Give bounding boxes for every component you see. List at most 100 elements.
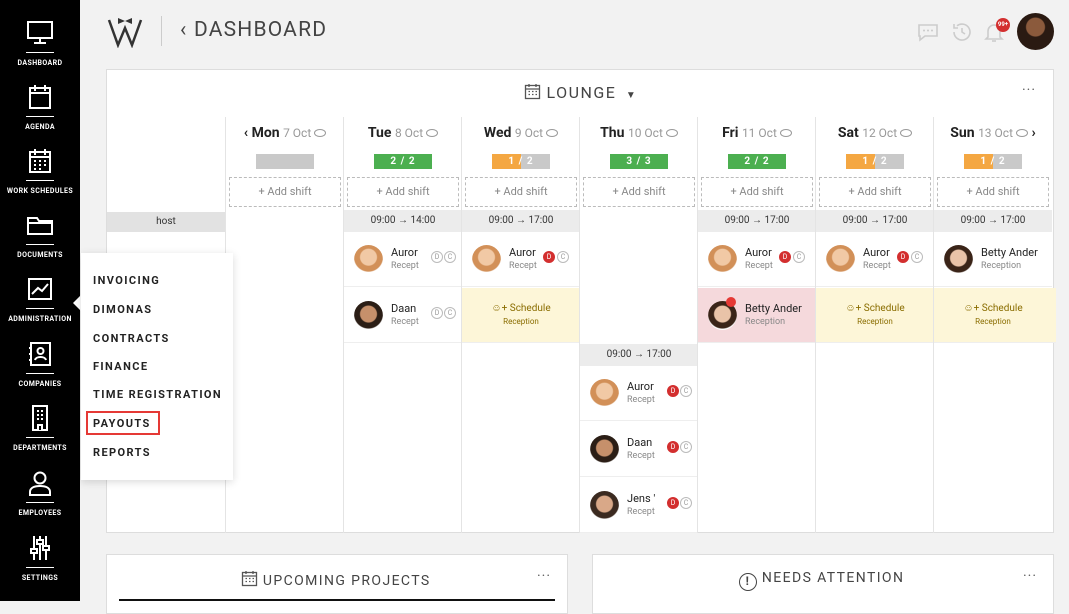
employee-role: Recept <box>391 261 419 271</box>
more-options-icon[interactable]: ··· <box>537 568 551 584</box>
add-shift-button[interactable]: + Add shift <box>465 177 577 207</box>
location-selector[interactable]: LOUNGE ▼ <box>524 83 637 102</box>
shift-time-header: 09:00 → 17:00 <box>462 210 580 232</box>
time-start: 09:00 <box>842 215 868 226</box>
arrow-right-icon: → <box>634 349 644 360</box>
sidebar-item-employees[interactable]: EMPLOYEES <box>0 468 80 517</box>
popup-arrow <box>73 295 81 311</box>
menu-item-time-registration[interactable]: TIME REGISTRATION <box>93 388 222 401</box>
eye-icon[interactable] <box>665 129 678 138</box>
add-shift-button[interactable]: + Add shift <box>819 177 931 207</box>
schedule-grid-icon <box>29 149 51 173</box>
menu-item-finance[interactable]: FINANCE <box>93 360 148 373</box>
calendar-icon <box>524 84 541 100</box>
add-shift-button[interactable]: + Add shift <box>229 177 341 207</box>
divider <box>26 244 54 245</box>
shift-entry[interactable]: Auror Recept D C <box>698 232 816 287</box>
sidebar-item-documents[interactable]: DOCUMENTS <box>0 210 80 259</box>
add-shift-button[interactable]: + Add shift <box>347 177 459 207</box>
menu-item-invoicing[interactable]: INVOICING <box>93 274 160 287</box>
shift-entry[interactable]: Auror Recept D C <box>462 232 580 287</box>
sidebar-item-agenda[interactable]: AGENDA <box>0 82 80 131</box>
shift-entry[interactable]: Betty Ander Reception <box>934 232 1052 287</box>
shift-entry[interactable]: Auror Recept D C <box>344 232 462 287</box>
sidebar-item-departments[interactable]: DEPARTMENTS <box>0 403 80 452</box>
contact-book-icon <box>29 342 51 366</box>
prev-week-chevron-icon[interactable]: ‹ <box>244 125 248 141</box>
back-chevron-icon[interactable]: ‹ <box>180 18 188 42</box>
shift-entry[interactable]: Daan Recept D C <box>344 288 462 343</box>
staffing-bar <box>256 154 314 169</box>
eye-icon[interactable] <box>1016 129 1028 138</box>
location-label: LOUNGE <box>546 83 617 102</box>
time-end: 17:00 <box>882 215 908 226</box>
eye-icon[interactable] <box>314 129 327 138</box>
day-date: 12 Oct <box>862 126 898 140</box>
sidebar-item-dashboard[interactable]: DASHBOARD <box>0 18 80 67</box>
add-shift-button[interactable]: + Add shift <box>701 177 813 207</box>
eye-icon[interactable] <box>779 129 792 138</box>
more-options-icon[interactable]: ··· <box>1022 82 1036 98</box>
day-header: Sun 13 Oct › <box>934 125 1052 141</box>
sidebar-item-label: SETTINGS <box>21 574 59 582</box>
time-end: 17:00 <box>646 349 672 360</box>
needs-attention-panel: ! NEEDS ATTENTION ··· <box>592 554 1054 614</box>
shift-entry[interactable]: Auror Recept D C <box>816 232 934 287</box>
time-end: 17:00 <box>764 215 790 226</box>
next-week-chevron-icon[interactable]: › <box>1031 125 1035 141</box>
shift-entry[interactable]: Auror Recept D C <box>580 366 698 421</box>
day-name: Mon <box>251 125 280 141</box>
sidebar-item-label: DEPARTMENTS <box>13 444 67 452</box>
sidebar-item-settings[interactable]: SETTINGS <box>0 533 80 582</box>
row-label-host: host <box>107 212 225 232</box>
employee-name: Jens ' <box>627 492 656 505</box>
dimona-icon: D <box>779 251 791 263</box>
schedule-open-slot[interactable]: ☺+ Schedule Reception <box>816 288 934 343</box>
absence-badge-icon <box>726 297 736 307</box>
menu-item-contracts[interactable]: CONTRACTS <box>93 332 170 345</box>
panel-title: UPCOMING PROJECTS <box>241 570 431 589</box>
dimona-icon: D <box>897 251 909 263</box>
more-options-icon[interactable]: ··· <box>1023 568 1037 584</box>
divider <box>26 437 54 438</box>
contract-icon: C <box>911 251 923 263</box>
menu-item-dimonas[interactable]: DIMONAS <box>93 303 152 316</box>
chat-icon[interactable] <box>916 20 940 44</box>
schedule-text: Schedule <box>863 303 905 314</box>
shift-time-header: 09:00 → 14:00 <box>344 210 462 232</box>
contract-icon: C <box>680 497 692 509</box>
eye-icon[interactable] <box>426 129 439 138</box>
shift-entry[interactable]: Daan Recept D C <box>580 422 698 477</box>
page-title[interactable]: ‹ DASHBOARD <box>180 18 327 42</box>
day-header: Wed 9 Oct <box>462 125 580 141</box>
schedule-open-slot[interactable]: ☺+ Schedule Reception <box>934 288 1056 343</box>
user-avatar[interactable] <box>1017 13 1054 50</box>
sidebar-item-administration[interactable]: ADMINISTRATION <box>0 274 80 323</box>
menu-item-reports[interactable]: REPORTS <box>93 446 151 459</box>
schedule-role: Reception <box>975 317 1011 326</box>
arrow-right-icon: → <box>398 215 408 226</box>
contract-icon: C <box>444 251 456 263</box>
staffing-bar: 1 / 2 <box>492 154 550 169</box>
time-end: 14:00 <box>410 215 436 226</box>
sidebar-item-label: AGENDA <box>25 123 55 131</box>
eye-icon[interactable] <box>546 129 559 138</box>
schedule-label: ☺+ Schedule <box>462 303 580 314</box>
panel-title: ! NEEDS ATTENTION <box>739 570 904 591</box>
day-name: Wed <box>483 125 512 141</box>
shift-entry[interactable]: Jens ' Recept D C <box>580 478 698 533</box>
day-name: Sun <box>950 125 975 141</box>
history-icon[interactable] <box>950 20 974 44</box>
schedule-open-slot[interactable]: ☺+ Schedule Reception <box>462 288 580 343</box>
sidebar-item-companies[interactable]: COMPANIES <box>0 339 80 388</box>
day-date: 10 Oct <box>627 126 663 140</box>
add-shift-button[interactable]: + Add shift <box>937 177 1049 207</box>
avatar <box>590 379 619 408</box>
schedule-card: LOUNGE ▼ ··· host ‹ Mon 7 Oct + Add shif… <box>106 69 1056 533</box>
shift-entry-absent[interactable]: Betty Ander Reception <box>698 288 816 343</box>
day-column-sat: Sat 12 Oct 1 / 2 + Add shift 09:00 → 17:… <box>815 117 934 533</box>
sidebar-item-work-schedules[interactable]: WORK SCHEDULES <box>0 146 80 195</box>
time-start: 09:00 <box>960 215 986 226</box>
eye-icon[interactable] <box>900 129 913 138</box>
add-shift-button[interactable]: + Add shift <box>583 177 695 207</box>
